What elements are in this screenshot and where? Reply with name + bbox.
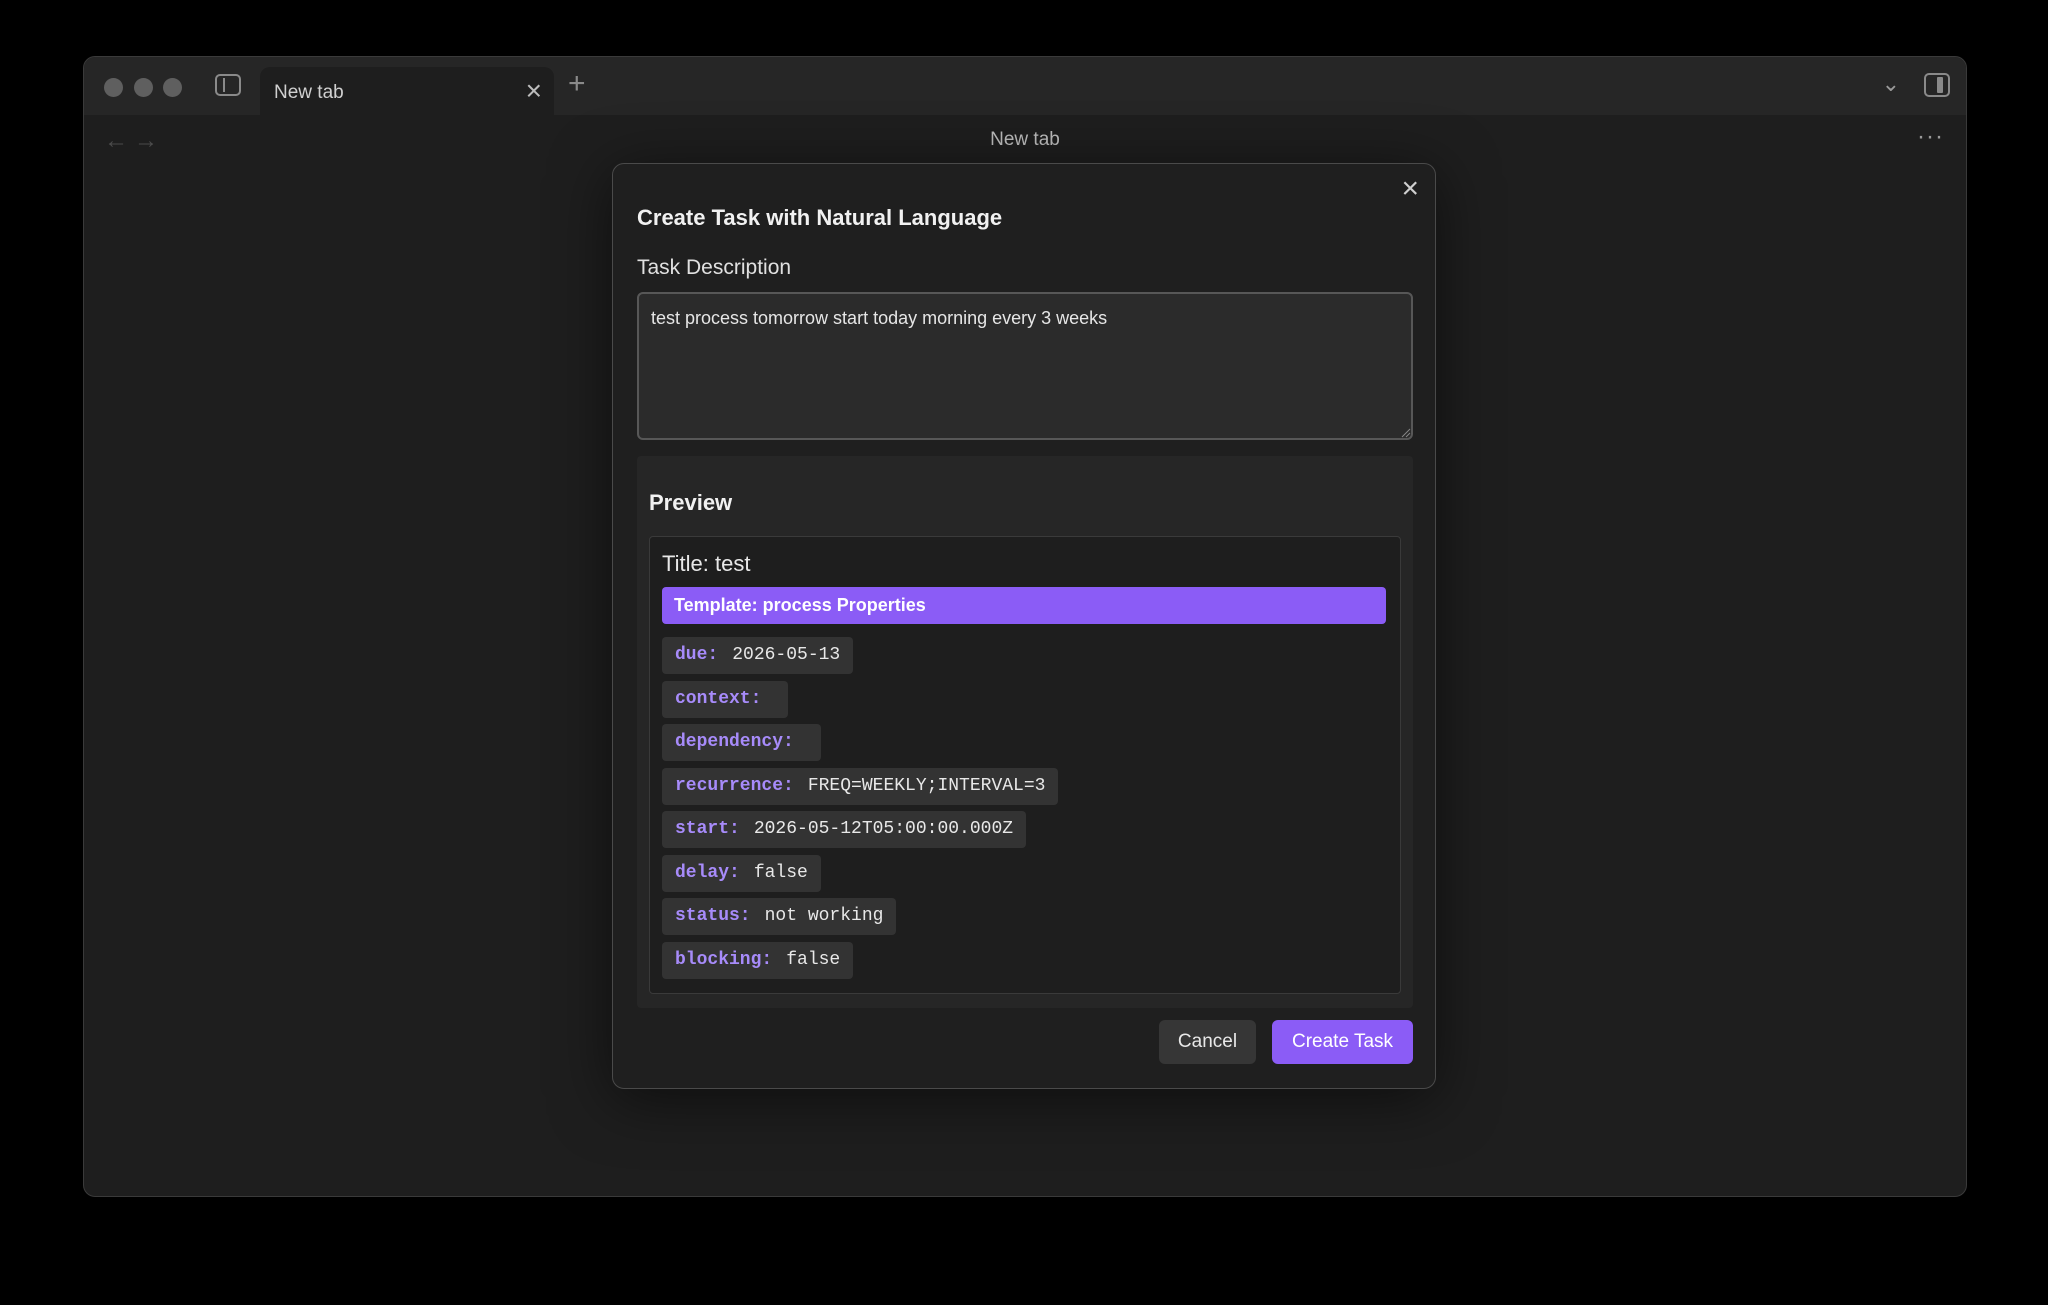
template-badge: Template: process Properties (662, 587, 1386, 624)
property-start: start: 2026-05-12T05:00:00.000Z (662, 811, 1027, 848)
property-value: false (753, 862, 808, 883)
right-sidebar-toggle-icon[interactable] (1924, 73, 1950, 97)
property-key: delay: (675, 862, 740, 883)
property-key: blocking: (675, 949, 773, 970)
title-bar: New tab × + ⌄ (84, 57, 1966, 115)
property-context: context: (662, 680, 789, 718)
property-dependency: dependency: (662, 724, 821, 761)
property-key: recurrence: (675, 775, 794, 796)
property-value: not working (764, 906, 884, 926)
sidebar-toggle-icon[interactable] (215, 74, 241, 96)
property-value: 2026-05-13 (732, 645, 841, 665)
property-delay: delay: false (662, 854, 821, 892)
preview-heading: Preview (649, 490, 733, 515)
property-key: start: (675, 819, 740, 839)
property-recurrence: recurrence: FREQ=WEEKLY;INTERVAL=3 (662, 767, 1059, 805)
property-key: dependency: (675, 732, 794, 752)
property-value: 2026-05-12T05:00:00.000Z (753, 819, 1014, 839)
close-icon[interactable]: × (1401, 174, 1419, 204)
cancel-button[interactable]: Cancel (1159, 1020, 1256, 1064)
tab-new-tab[interactable]: New tab × (260, 67, 554, 115)
maximize-window-button[interactable] (163, 78, 182, 97)
chevron-down-icon[interactable]: ⌄ (1882, 71, 1900, 97)
plus-icon[interactable]: + (568, 69, 586, 99)
property-key: due: (675, 645, 719, 665)
task-description-input[interactable]: test process tomorrow start today mornin… (637, 292, 1413, 440)
property-value: FREQ=WEEKLY;INTERVAL=3 (807, 775, 1046, 796)
property-key: context: (675, 688, 762, 709)
property-list: due: 2026-05-13 context: dependency: recu… (662, 637, 1059, 985)
property-blocking: blocking: false (662, 941, 854, 979)
close-window-button[interactable] (104, 78, 123, 97)
minimize-window-button[interactable] (134, 78, 153, 97)
property-due: due: 2026-05-13 (662, 637, 854, 674)
create-task-modal: × Create Task with Natural Language Task… (612, 163, 1436, 1089)
preview-box: Title: test Template: process Properties… (649, 536, 1401, 994)
tab-close-icon[interactable]: × (526, 77, 542, 105)
modal-title: Create Task with Natural Language (637, 205, 1003, 230)
task-description-label: Task Description (637, 256, 792, 279)
view-title: New tab (990, 129, 1060, 150)
more-horizontal-icon[interactable]: ··· (1917, 123, 1944, 151)
preview-title: Title: test (662, 551, 751, 576)
resize-handle-icon[interactable] (1401, 428, 1411, 438)
property-status: status: not working (662, 898, 897, 935)
property-key: status: (675, 906, 751, 926)
property-value: false (786, 949, 841, 970)
tab-label: New tab (274, 82, 344, 103)
create-task-button[interactable]: Create Task (1272, 1020, 1413, 1064)
preview-section: Preview Title: test Template: process Pr… (637, 456, 1413, 1008)
